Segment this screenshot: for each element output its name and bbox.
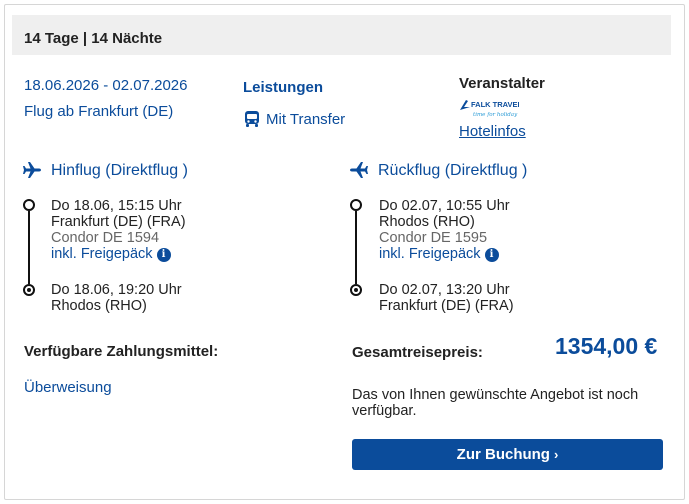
departure-airport-info: Flug ab Frankfurt (DE) xyxy=(24,103,174,120)
outbound-baggage-label: inkl. Freigepäck xyxy=(51,246,153,262)
outbound-departure-airport: Frankfurt (DE) (FRA) xyxy=(51,214,186,230)
services-heading: Leistungen xyxy=(243,79,324,96)
inbound-departure-time: Do 02.07, 10:55 Uhr xyxy=(379,198,510,214)
outbound-arrival-time: Do 18.06, 19:20 Uhr xyxy=(51,282,182,298)
inbound-flight-number: Condor DE 1595 xyxy=(379,230,488,246)
operator-logo-text: FALK TRAVEL xyxy=(471,100,519,109)
outbound-departure-marker xyxy=(23,199,35,211)
outbound-departure-time: Do 18.06, 15:15 Uhr xyxy=(51,198,182,214)
inbound-baggage[interactable]: inkl. Freigepäck i xyxy=(379,246,499,262)
payment-method: Überweisung xyxy=(24,379,112,396)
inbound-route-line xyxy=(355,211,357,284)
inbound-title: Rückflug (Direktflug ) xyxy=(378,162,528,179)
inbound-arrival-marker xyxy=(350,284,362,296)
airplane-icon xyxy=(349,160,369,180)
total-price: 1354,00 € xyxy=(555,333,658,359)
airplane-icon xyxy=(22,160,42,180)
bus-icon xyxy=(243,110,261,128)
inbound-arrival-time: Do 02.07, 13:20 Uhr xyxy=(379,282,510,298)
outbound-baggage[interactable]: inkl. Freigepäck i xyxy=(51,246,171,262)
outbound-route-line xyxy=(28,211,30,284)
inbound-departure-airport: Rhodos (RHO) xyxy=(379,214,475,230)
hotel-info-link[interactable]: Hotelinfos xyxy=(459,123,526,140)
inbound-arrival-airport: Frankfurt (DE) (FRA) xyxy=(379,298,514,314)
transfer-label: Mit Transfer xyxy=(266,111,346,128)
book-button[interactable]: Zur Buchung › xyxy=(352,439,663,470)
outbound-flight-number: Condor DE 1594 xyxy=(51,230,160,246)
total-price-label: Gesamtreisepreis: xyxy=(352,344,483,361)
trip-dates: 18.06.2026 - 02.07.2026 xyxy=(24,77,188,94)
outbound-arrival-marker xyxy=(23,284,35,296)
operator-logo: FALK TRAVEL time for holiday xyxy=(459,98,523,120)
operator-logo-tagline: time for holiday xyxy=(473,112,518,118)
chevron-right-icon: › xyxy=(553,447,559,462)
operator-heading: Veranstalter xyxy=(459,75,545,92)
outbound-title: Hinflug (Direktflug ) xyxy=(51,162,188,179)
info-icon[interactable]: i xyxy=(484,248,499,262)
inbound-baggage-label: inkl. Freigepäck xyxy=(379,246,481,262)
outbound-arrival-airport: Rhodos (RHO) xyxy=(51,298,147,314)
payment-heading: Verfügbare Zahlungsmittel: xyxy=(24,343,219,360)
availability-text: Das von Ihnen gewünschte Angebot ist noc… xyxy=(352,387,639,419)
inbound-departure-marker xyxy=(350,199,362,211)
duration-title: 14 Tage | 14 Nächte xyxy=(24,30,163,47)
book-button-label: Zur Buchung xyxy=(456,446,550,463)
info-icon[interactable]: i xyxy=(156,248,171,262)
